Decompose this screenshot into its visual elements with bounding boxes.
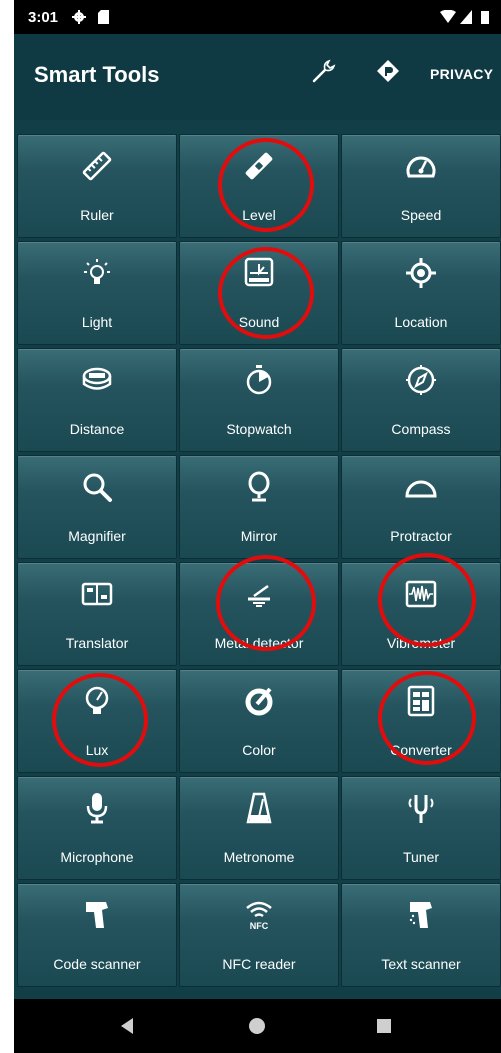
- tool-tile-translator[interactable]: Translator: [17, 562, 177, 666]
- tool-tile-lux[interactable]: Lux: [17, 669, 177, 773]
- tool-label: Level: [242, 207, 276, 223]
- metal-detector-icon: [248, 584, 270, 607]
- tool-label: Sound: [238, 314, 280, 330]
- compass-icon: [406, 365, 436, 395]
- tool-label: Vibrometer: [386, 635, 456, 651]
- tool-label: Metal detector: [214, 635, 304, 651]
- tool-label: Magnifier: [68, 528, 126, 544]
- tool-tile-ruler[interactable]: Ruler: [17, 134, 177, 238]
- nfc-icon: NFC: [246, 901, 272, 931]
- home-icon[interactable]: [247, 1016, 267, 1036]
- status-time: 3:01: [28, 9, 59, 26]
- metronome-icon: [246, 792, 272, 824]
- tool-tile-level[interactable]: Level: [179, 134, 339, 238]
- tool-label: Metronome: [223, 849, 295, 865]
- sd-card-icon: [98, 10, 109, 24]
- tool-tile-nfc-reader[interactable]: NFC NFC reader: [179, 883, 339, 987]
- sound-meter-icon: [244, 257, 274, 287]
- app-title: Smart Tools: [34, 62, 160, 87]
- color-icon: [245, 687, 273, 716]
- tool-tile-light[interactable]: Light: [17, 241, 177, 345]
- privacy-button[interactable]: PRIVACY: [430, 66, 493, 82]
- tool-tile-mirror[interactable]: Mirror: [179, 455, 339, 559]
- tool-tile-color[interactable]: Color: [179, 669, 339, 773]
- tool-label: Tuner: [402, 849, 440, 865]
- tool-tile-code-scanner[interactable]: Code scanner: [17, 883, 177, 987]
- nfc-icon-text: NFC: [250, 921, 269, 931]
- tool-label: Light: [81, 314, 113, 330]
- tool-label: Code scanner: [53, 956, 141, 972]
- tool-tile-speed[interactable]: Speed: [341, 134, 501, 238]
- level-icon: [245, 152, 273, 180]
- tool-label: Microphone: [60, 849, 134, 865]
- tool-label: Text scanner: [381, 956, 461, 972]
- tool-label: Stopwatch: [226, 421, 292, 437]
- code-scanner-icon: [86, 902, 108, 928]
- recent-apps-icon[interactable]: [374, 1016, 394, 1036]
- speedometer-icon: [406, 156, 436, 178]
- tool-label: Protractor: [390, 528, 452, 544]
- signal-icon: [460, 10, 472, 24]
- location-icon: [406, 258, 436, 288]
- lux-icon: [85, 686, 109, 714]
- lightbulb-icon: [84, 259, 110, 284]
- tool-tile-distance[interactable]: Distance: [17, 348, 177, 452]
- tuning-fork-icon: [408, 795, 434, 823]
- tool-tile-tuner[interactable]: Tuner: [341, 776, 501, 880]
- wrench-icon[interactable]: [311, 58, 337, 84]
- tool-tile-metronome[interactable]: Metronome: [179, 776, 339, 880]
- tool-tile-microphone[interactable]: Microphone: [17, 776, 177, 880]
- tool-label: Location: [394, 314, 448, 330]
- tool-tile-metal-detector[interactable]: Metal detector: [179, 562, 339, 666]
- wifi-icon: [440, 10, 456, 23]
- tool-label: Ruler: [80, 207, 114, 223]
- protractor-icon: [405, 480, 437, 498]
- tool-label: Compass: [391, 421, 451, 437]
- app-bar: Smart Tools PRIVACY: [14, 34, 501, 120]
- microphone-icon: [86, 793, 108, 824]
- magnifier-icon: [83, 473, 112, 502]
- ruler-icon: [82, 151, 112, 181]
- tool-label: NFC reader: [222, 956, 296, 972]
- tool-tile-protractor[interactable]: Protractor: [341, 455, 501, 559]
- tool-tile-location[interactable]: Location: [341, 241, 501, 345]
- battery-icon: [481, 11, 489, 24]
- settings-gear-icon: [72, 10, 86, 24]
- status-bar: 3:01: [14, 0, 501, 34]
- stopwatch-icon: [246, 365, 272, 395]
- tool-label: Mirror: [240, 528, 278, 544]
- tool-tile-stopwatch[interactable]: Stopwatch: [179, 348, 339, 452]
- vibrometer-icon: [405, 580, 437, 608]
- tool-label: Speed: [400, 207, 442, 223]
- tool-tile-vibrometer[interactable]: Vibrometer: [341, 562, 501, 666]
- tool-tile-compass[interactable]: Compass: [341, 348, 501, 452]
- tool-label: Lux: [85, 742, 109, 758]
- tool-label: Converter: [390, 742, 452, 758]
- privacy-shield-icon[interactable]: [377, 60, 399, 82]
- tool-label: Translator: [65, 635, 129, 651]
- system-nav-bar: [14, 999, 501, 1053]
- tool-label: Color: [242, 742, 276, 758]
- mirror-icon: [248, 471, 270, 502]
- tool-tile-magnifier[interactable]: Magnifier: [17, 455, 177, 559]
- tool-tile-sound[interactable]: Sound: [179, 241, 339, 345]
- phone-screen: 3:01 Smart Tools PRIVACY Ruler Level Spe…: [14, 0, 501, 1053]
- text-scanner-icon: [409, 902, 432, 928]
- converter-icon: [407, 685, 435, 717]
- tool-tile-text-scanner[interactable]: Text scanner: [341, 883, 501, 987]
- tools-grid: Ruler Level Speed Light Sound Location D…: [17, 134, 501, 990]
- tool-tile-converter[interactable]: Converter: [341, 669, 501, 773]
- tape-measure-icon: [82, 367, 112, 390]
- tool-label: Distance: [69, 421, 125, 437]
- translator-icon: [81, 582, 113, 606]
- back-icon[interactable]: [117, 1016, 137, 1036]
